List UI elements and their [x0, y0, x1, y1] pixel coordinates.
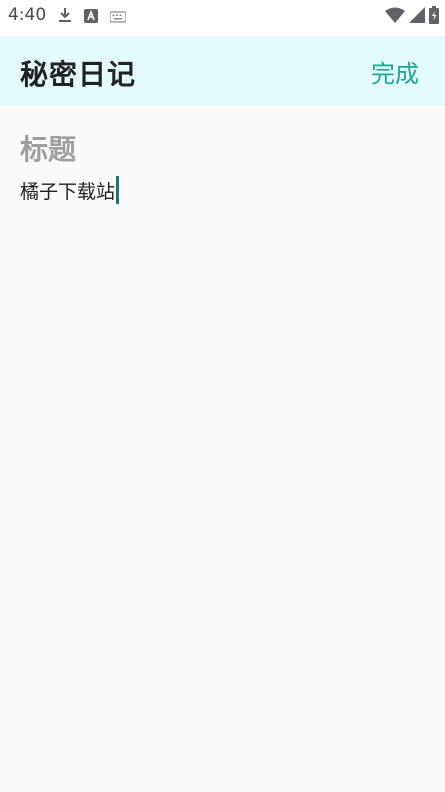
status-time: 4:40	[8, 5, 47, 25]
page-title: 秘密日记	[20, 58, 137, 91]
signal-icon	[409, 7, 425, 27]
screen: 4:40 秘密日记 完成 标题 橘子下载站	[0, 0, 445, 792]
app-bar: 秘密日记 完成	[0, 36, 445, 106]
keyboard-icon	[109, 8, 127, 27]
content-input[interactable]: 橘子下载站	[20, 176, 120, 204]
content-text: 橘子下载站	[20, 180, 116, 203]
status-left-icons	[58, 7, 127, 27]
title-input[interactable]: 标题	[20, 128, 76, 168]
status-right-icons	[385, 6, 439, 28]
battery-charging-icon	[429, 6, 439, 28]
wifi-icon	[385, 7, 405, 27]
sim-alert-icon	[84, 8, 98, 27]
done-button[interactable]: 完成	[371, 54, 419, 89]
text-cursor	[116, 176, 120, 204]
diary-editor: 标题 橘子下载站	[0, 106, 445, 792]
download-icon	[58, 7, 72, 27]
status-bar: 4:40	[0, 0, 445, 36]
